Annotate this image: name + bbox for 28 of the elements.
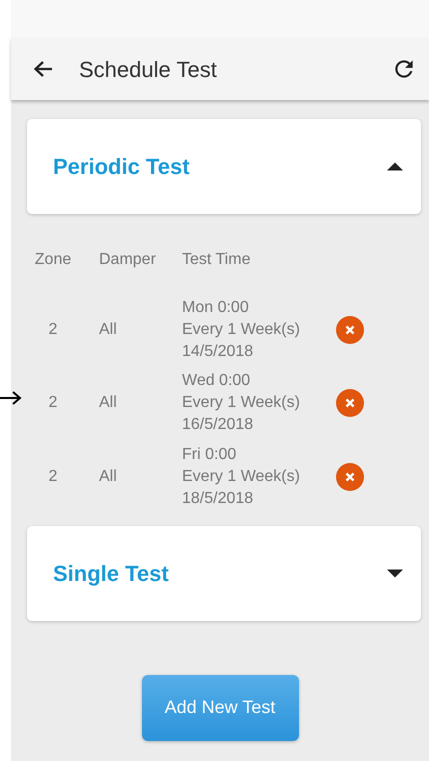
column-header: Test Time <box>182 250 252 270</box>
table-cell-text: All <box>99 466 118 487</box>
close-icon <box>345 472 355 482</box>
table-cell-text: Wed 0:00 Every 1 Week(s) 16/5/2018 <box>182 371 301 436</box>
close-icon <box>345 324 355 335</box>
table-cell-text: 2 <box>48 393 58 414</box>
section-header[interactable]: Single Test <box>27 526 421 620</box>
column-header: Damper <box>99 250 157 270</box>
screen-title: Schedule Test <box>79 56 218 84</box>
table-cell-text: Fri 0:00 Every 1 Week(s) 18/5/2018 <box>182 444 301 509</box>
back-arrow-icon[interactable] <box>33 60 53 78</box>
table-cell-text: Mon 0:00 Every 1 Week(s) 14/5/2018 <box>182 298 301 362</box>
section-header[interactable]: Periodic Test <box>27 119 421 214</box>
collapse-caret-icon[interactable] <box>387 162 403 171</box>
delete-button[interactable] <box>336 389 364 418</box>
column-header: Zone <box>34 250 72 270</box>
section-title: Periodic Test <box>53 153 191 181</box>
table-cell-text: All <box>99 320 118 340</box>
delete-button[interactable] <box>336 462 364 491</box>
table-cell-text: 2 <box>48 466 58 487</box>
table-cell-text: 2 <box>48 320 58 340</box>
table-cell-text: All <box>99 393 118 414</box>
section-title: Single Test <box>53 560 170 588</box>
delete-button[interactable] <box>336 316 364 344</box>
pointer-arrow-icon <box>0 389 22 407</box>
expand-caret-icon[interactable] <box>387 568 403 578</box>
close-icon <box>345 398 355 408</box>
add-test-button[interactable]: Add New Test <box>142 674 298 740</box>
